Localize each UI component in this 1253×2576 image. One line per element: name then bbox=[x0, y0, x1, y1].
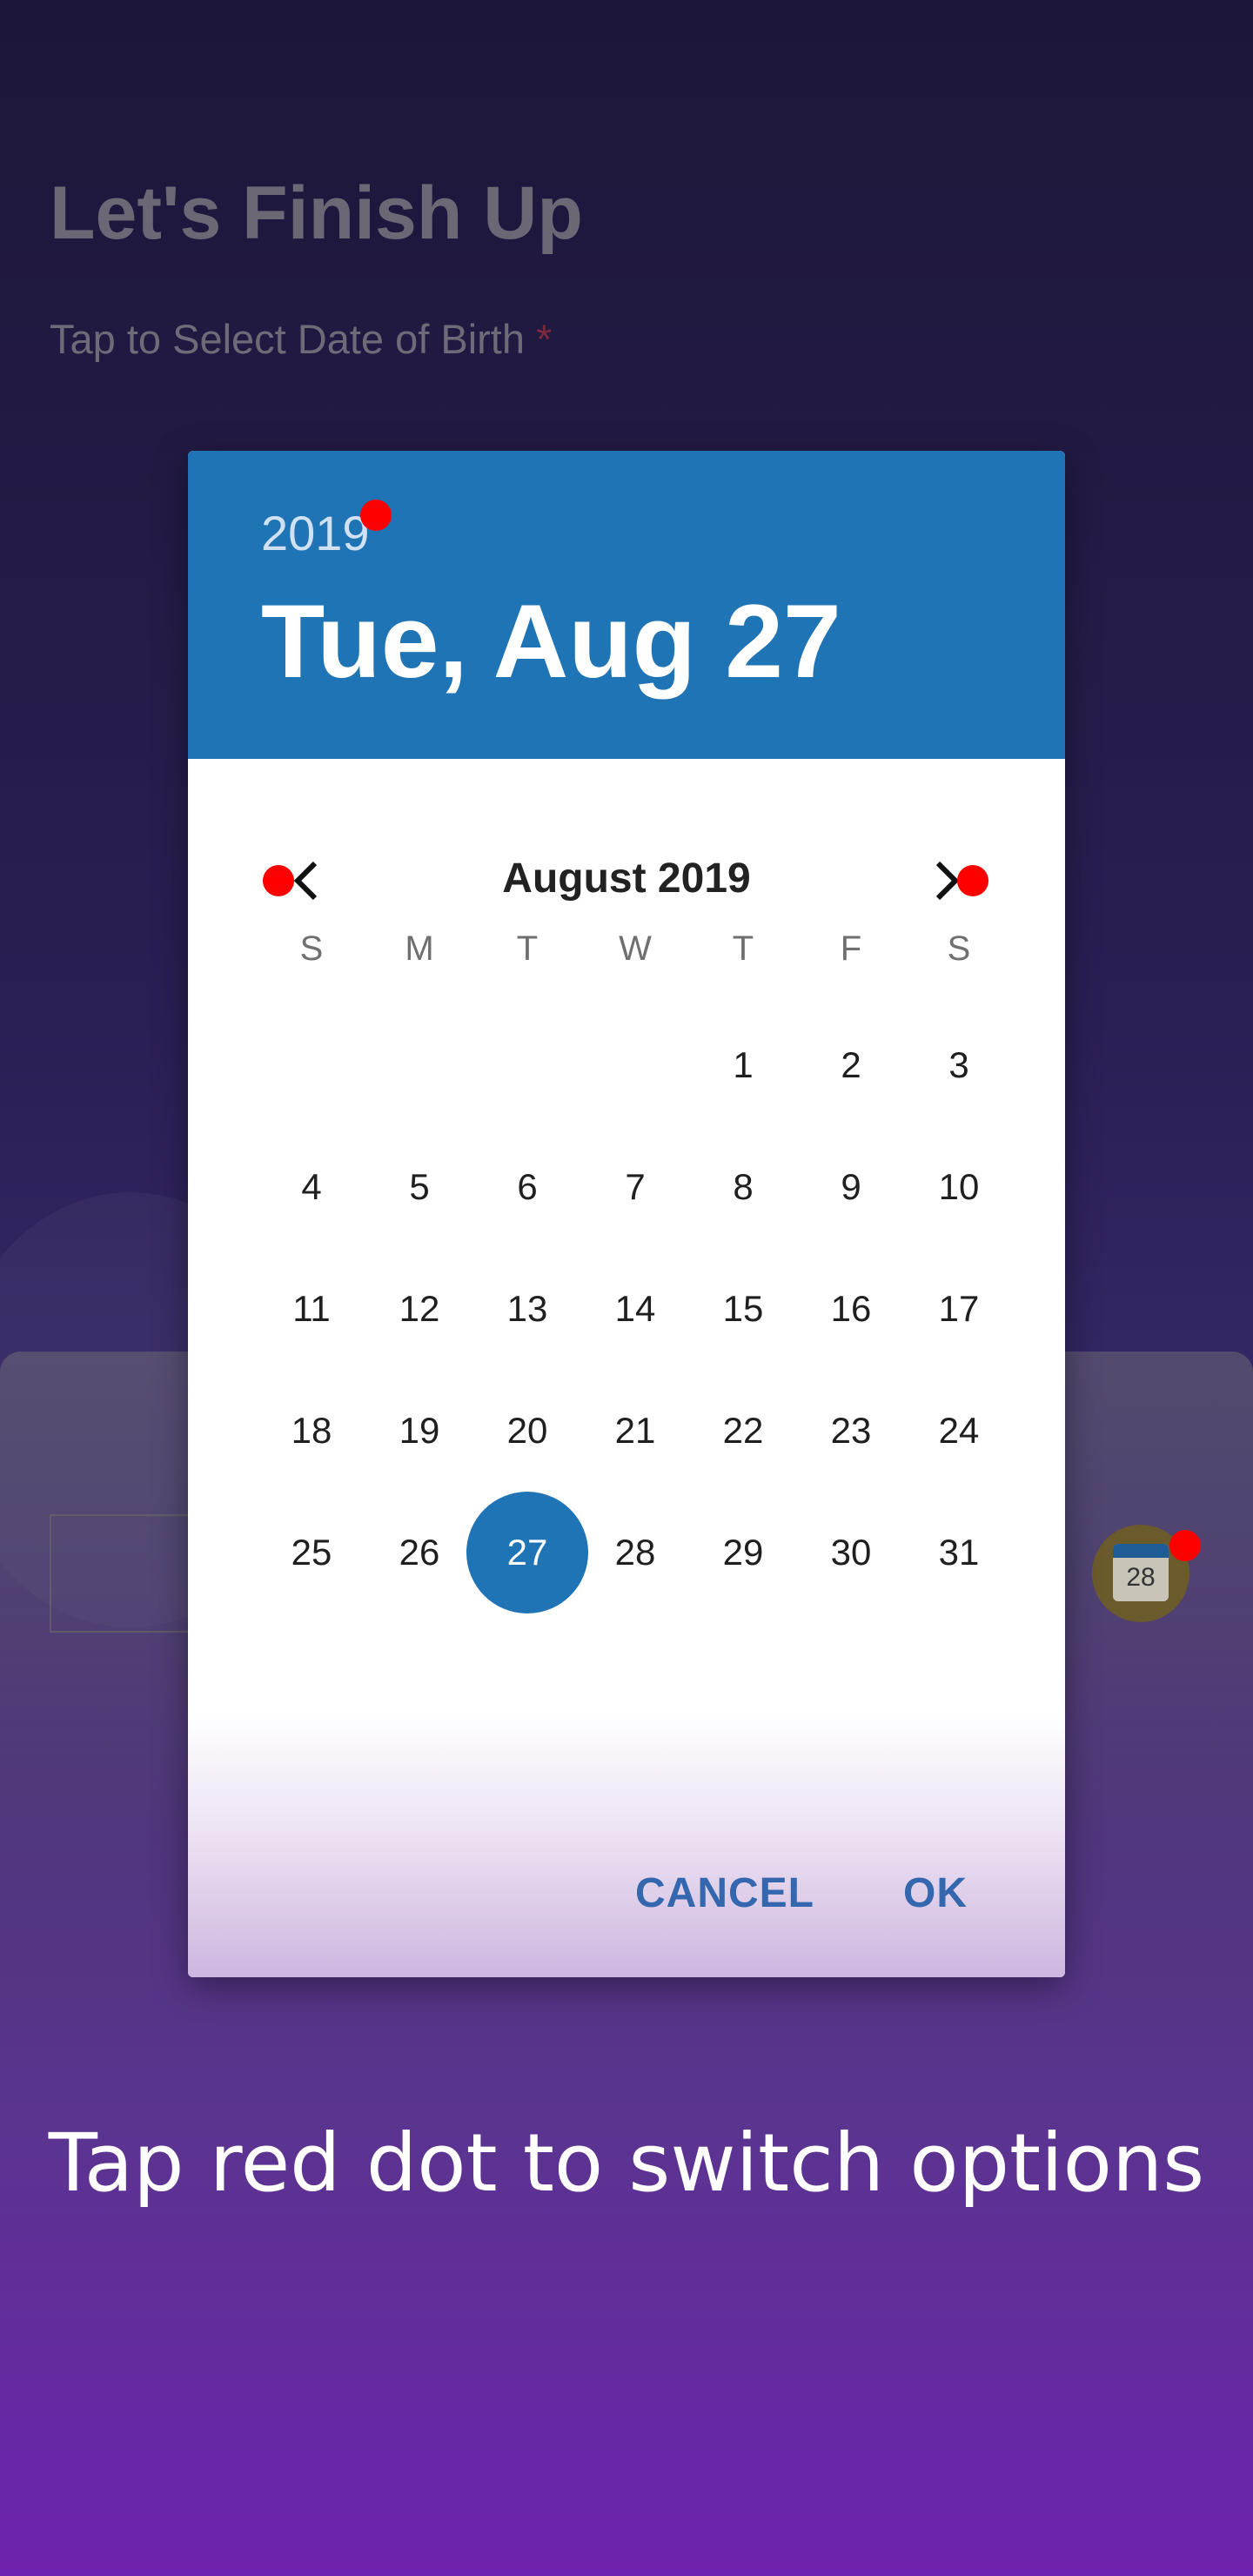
day-cell[interactable]: 1 bbox=[689, 1011, 797, 1119]
weekday-label: T bbox=[732, 929, 754, 968]
day-cell[interactable]: 12 bbox=[365, 1255, 473, 1363]
day-cell[interactable]: 2 bbox=[797, 1011, 905, 1119]
day-cell[interactable]: 14 bbox=[581, 1255, 689, 1363]
day-cell[interactable]: 26 bbox=[365, 1499, 473, 1607]
red-dot-year[interactable] bbox=[360, 500, 392, 531]
day-cell[interactable]: 7 bbox=[581, 1133, 689, 1241]
calendar-icon-day: 28 bbox=[1126, 1563, 1156, 1592]
calendar-icon: 28 bbox=[1113, 1544, 1169, 1601]
weekday-label: T bbox=[516, 929, 539, 968]
day-cell[interactable]: 28 bbox=[581, 1499, 689, 1607]
day-cell[interactable]: 18 bbox=[258, 1377, 365, 1485]
dob-prompt-label: Tap to Select Date of Birth bbox=[50, 316, 526, 362]
ok-button[interactable]: OK bbox=[903, 1869, 968, 1917]
day-cell[interactable]: 6 bbox=[473, 1133, 581, 1241]
day-cell[interactable]: 11 bbox=[258, 1255, 365, 1363]
day-cell[interactable]: 22 bbox=[689, 1377, 797, 1485]
day-cell[interactable]: 21 bbox=[581, 1377, 689, 1485]
day-cell[interactable]: 30 bbox=[797, 1499, 905, 1607]
weekday-label: W bbox=[619, 929, 652, 968]
day-cell[interactable]: 23 bbox=[797, 1377, 905, 1485]
dialog-footer: CANCEL OK bbox=[188, 1713, 1065, 1977]
weekday-label: S bbox=[299, 929, 324, 968]
day-cell[interactable]: 19 bbox=[365, 1377, 473, 1485]
day-cell[interactable]: 3 bbox=[905, 1011, 1013, 1119]
header-year[interactable]: 2019 bbox=[261, 505, 370, 561]
day-cell[interactable]: 25 bbox=[258, 1499, 365, 1607]
dob-prompt[interactable]: Tap to Select Date of Birth * bbox=[50, 315, 552, 363]
day-cell[interactable]: 16 bbox=[797, 1255, 905, 1363]
red-dot-next[interactable] bbox=[957, 865, 988, 896]
instruction-caption: Tap red dot to switch options bbox=[48, 2116, 1205, 2210]
required-mark: * bbox=[536, 316, 553, 362]
weekday-label: F bbox=[840, 929, 862, 968]
day-cell[interactable]: 8 bbox=[689, 1133, 797, 1241]
day-cell[interactable]: 31 bbox=[905, 1499, 1013, 1607]
day-cell-selected[interactable]: 27 bbox=[466, 1492, 588, 1613]
weekday-label: S bbox=[947, 929, 971, 968]
cancel-button[interactable]: CANCEL bbox=[635, 1869, 814, 1917]
day-cell[interactable]: 9 bbox=[797, 1133, 905, 1241]
page-title: Let's Finish Up bbox=[50, 171, 583, 255]
weekday-label: M bbox=[405, 929, 434, 968]
date-picker-dialog: 2019 Tue, Aug 27 August 2019 SMTWTFS1234… bbox=[188, 451, 1065, 1977]
day-cell[interactable]: 24 bbox=[905, 1377, 1013, 1485]
day-cell[interactable]: 15 bbox=[689, 1255, 797, 1363]
day-cell[interactable]: 13 bbox=[473, 1255, 581, 1363]
day-cell[interactable]: 17 bbox=[905, 1255, 1013, 1363]
red-dot-calendar[interactable] bbox=[1169, 1530, 1201, 1561]
day-cell[interactable]: 10 bbox=[905, 1133, 1013, 1241]
day-cell[interactable]: 5 bbox=[365, 1133, 473, 1241]
day-cell[interactable]: 20 bbox=[473, 1377, 581, 1485]
day-cell[interactable]: 4 bbox=[258, 1133, 365, 1241]
dialog-header: 2019 Tue, Aug 27 bbox=[188, 451, 1065, 759]
dob-input-field[interactable] bbox=[50, 1514, 208, 1633]
day-cell[interactable]: 29 bbox=[689, 1499, 797, 1607]
header-date[interactable]: Tue, Aug 27 bbox=[261, 581, 841, 701]
